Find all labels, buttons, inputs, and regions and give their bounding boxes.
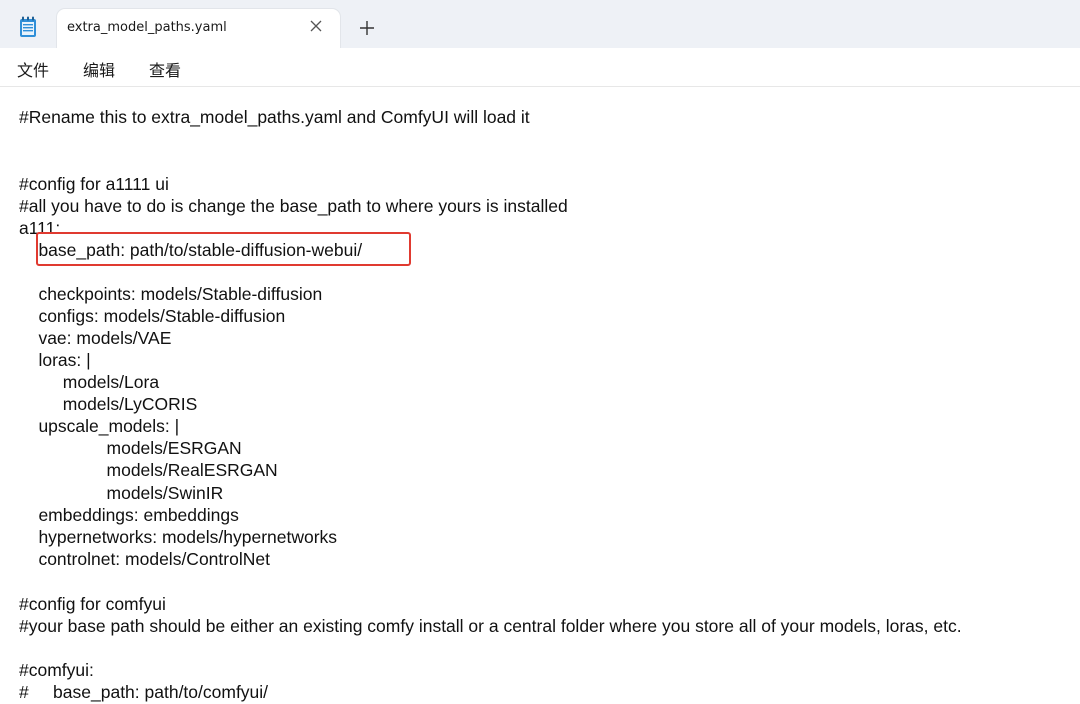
editor-line: models/ESRGAN xyxy=(19,438,242,458)
editor-line: models/Lora xyxy=(19,372,160,392)
editor-line: #config for comfyui xyxy=(19,594,166,614)
editor-line: upscale_models: | xyxy=(19,416,180,436)
editor-line: # base_path: path/to/comfyui/ xyxy=(19,682,269,702)
text-editor[interactable]: #Rename this to extra_model_paths.yaml a… xyxy=(0,87,1080,704)
editor-line: #config for a1111 ui xyxy=(19,174,169,194)
editor-line: models/SwinIR xyxy=(19,483,224,503)
tab-title: extra_model_paths.yaml xyxy=(67,20,227,35)
menu-view[interactable]: 查看 xyxy=(149,57,181,81)
editor-line: hypernetworks: models/hypernetworks xyxy=(19,527,338,547)
tab-strip: extra_model_paths.yaml xyxy=(0,0,1080,48)
menu-file[interactable]: 文件 xyxy=(17,57,49,81)
editor-line: #Rename this to extra_model_paths.yaml a… xyxy=(19,107,530,127)
editor-line: models/LyCORIS xyxy=(19,394,198,414)
notepad-icon xyxy=(20,16,36,37)
editor-line: embeddings: embeddings xyxy=(19,505,239,525)
editor-line: controlnet: models/ControlNet xyxy=(19,549,270,569)
close-icon[interactable] xyxy=(308,18,324,34)
tab-extra-model-paths[interactable]: extra_model_paths.yaml xyxy=(57,9,340,48)
menu-bar: 文件 编辑 查看 xyxy=(0,48,1080,87)
editor-line: loras: | xyxy=(19,350,91,370)
highlight-annotation-box xyxy=(36,232,411,266)
plus-icon[interactable] xyxy=(358,19,376,37)
editor-line: configs: models/Stable-diffusion xyxy=(19,306,286,326)
editor-line: #all you have to do is change the base_p… xyxy=(19,196,568,216)
menu-edit[interactable]: 编辑 xyxy=(83,57,115,81)
editor-line: #comfyui: xyxy=(19,660,94,680)
editor-line: #your base path should be either an exis… xyxy=(19,616,962,636)
editor-line: vae: models/VAE xyxy=(19,328,172,348)
notepad-window: extra_model_paths.yaml 文件 编辑 查看 #Rename … xyxy=(0,0,1080,704)
editor-line: models/RealESRGAN xyxy=(19,460,278,480)
editor-line: checkpoints: models/Stable-diffusion xyxy=(19,284,323,304)
